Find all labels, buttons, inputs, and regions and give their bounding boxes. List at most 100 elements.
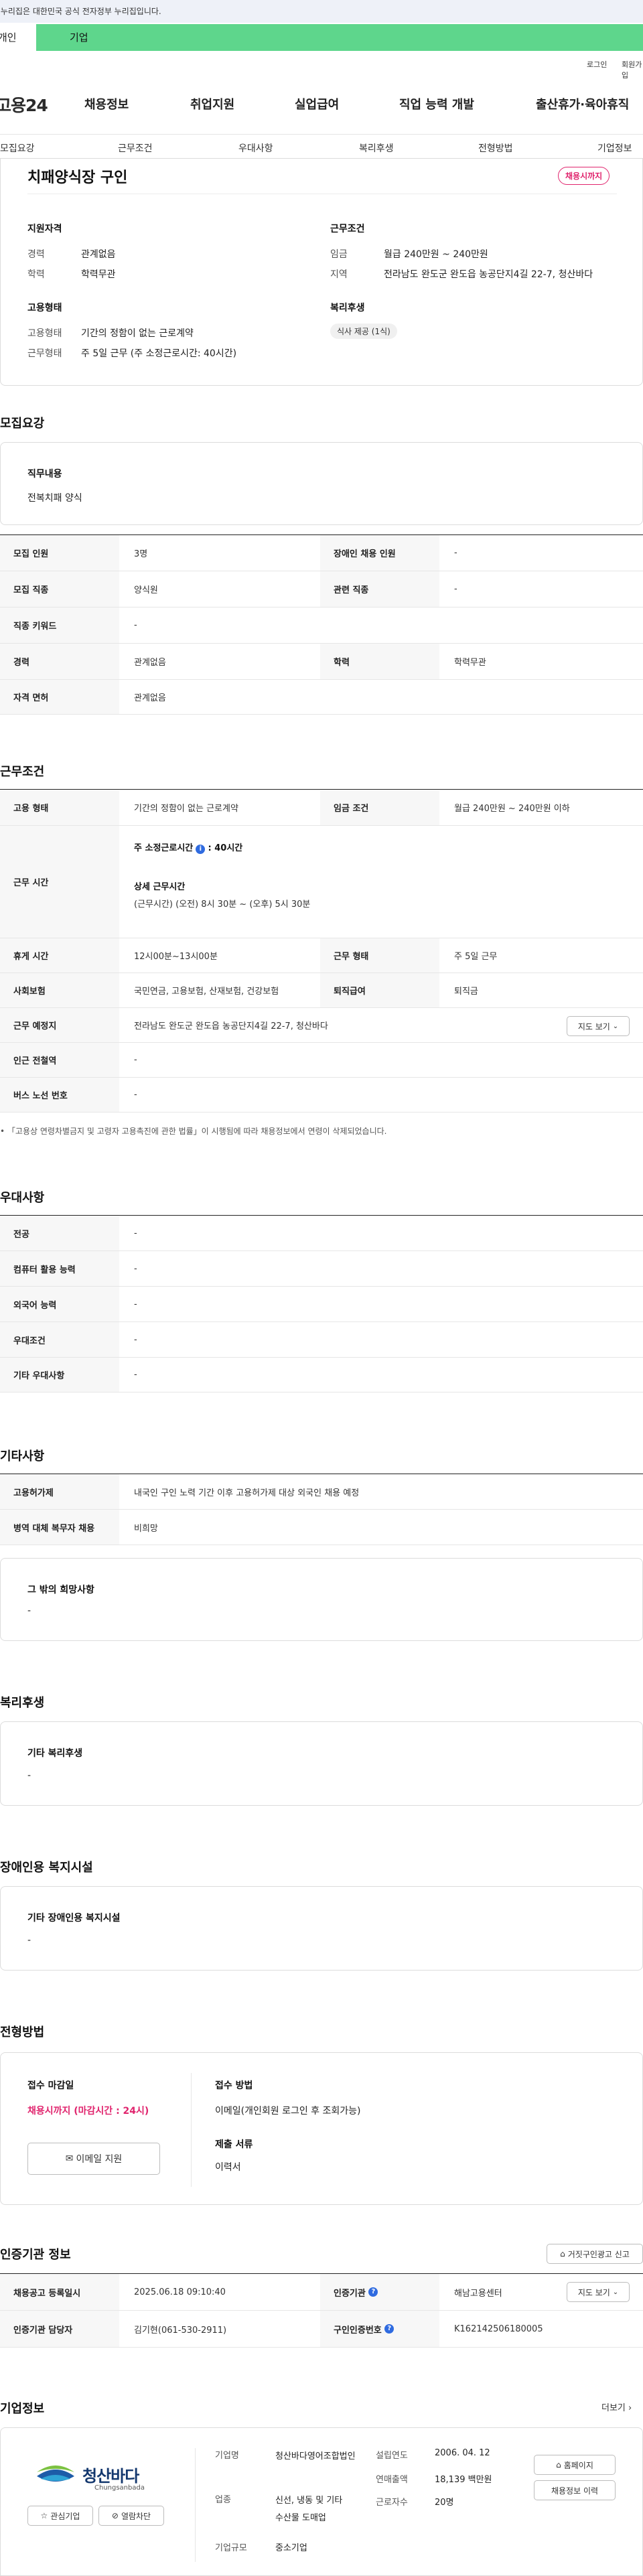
table-cell: 12시00분~13시00분	[134, 952, 218, 962]
report-false-ad-label: 거짓구인광고 신고	[567, 2249, 630, 2259]
company-more-label: 더보기	[601, 2403, 626, 2413]
section-nav-recruit[interactable]: 모집요강	[0, 141, 35, 155]
table-cell: -	[134, 1334, 137, 1345]
table-row: 버스 노선 번호 -	[0, 1078, 643, 1113]
info-icon[interactable]: i	[196, 845, 206, 854]
table-cell: -	[134, 620, 137, 630]
company-size-value: 중소기업	[275, 2543, 307, 2553]
tab-company[interactable]: 기업	[36, 24, 643, 51]
job-summary-card: 치패양식장 구인 채용시까지 지원자격 경력 관계없음 학력 학력무관 고용형태…	[0, 158, 643, 386]
favorite-company-button[interactable]: ☆ 관심기업	[27, 2506, 93, 2526]
disabled-facility-card: 기타 장애인용 복지시설 -	[0, 1886, 643, 1971]
site-logo[interactable]: 고용24	[0, 92, 48, 117]
sales-label: 연매출액	[376, 2475, 408, 2485]
section-nav-welfare[interactable]: 복리후생	[359, 141, 394, 155]
table-cell: 비희망	[134, 1523, 158, 1534]
job-history-button[interactable]: 채용정보 이력	[534, 2480, 616, 2500]
table-cell: -	[134, 1263, 137, 1274]
table-cell: 3명	[134, 549, 148, 559]
block-view-button[interactable]: ⊘ 열람차단	[98, 2506, 164, 2526]
table-header-cell: 버스 노선 번호	[0, 1078, 119, 1112]
home-alert-icon: ⌂	[560, 2249, 565, 2259]
cert-no-label: 구인인증번호 ?	[320, 2311, 439, 2347]
table-cell: 전라남도 완도군 완도읍 농공단지4길 22-7, 청산바다	[134, 1021, 328, 1031]
section-nav-preferences[interactable]: 우대사항	[238, 141, 273, 155]
star-icon: ☆	[40, 2511, 48, 2520]
section-nav-conditions[interactable]: 근무조건	[118, 141, 153, 155]
disabled-facility-value: -	[27, 1935, 31, 1946]
preferences-table: 전공 - 컴퓨터 활용 능력 - 외국어 능력 - 우대조건 - 기타 우대사항…	[0, 1215, 643, 1392]
table-header-cell: 모집 직종	[0, 571, 119, 607]
table-header-cell: 채용공고 등록일시	[0, 2274, 119, 2310]
welfare-card-title: 기타 복리후생	[27, 1748, 83, 1759]
homepage-label: 홈페이지	[563, 2460, 593, 2470]
chevron-down-icon: ⌄	[612, 2288, 619, 2296]
selection-card: 접수 마감일 채용시까지 (마감시간 : 24시) ✉ 이메일 지원 접수 방법…	[0, 2052, 643, 2205]
table-row: 외국어 능력 -	[0, 1287, 643, 1322]
employment-title: 고용형태	[27, 303, 62, 313]
map-view-button[interactable]: 지도 보기 ⌄	[567, 1016, 630, 1036]
home-icon: ⌂	[556, 2460, 561, 2470]
report-false-ad-button[interactable]: ⌂ 거짓구인광고 신고	[547, 2244, 643, 2264]
table-header-cell: 근무 예정지	[0, 1008, 119, 1042]
table-row: 근무 예정지 전라남도 완도군 완도읍 농공단지4길 22-7, 청산바다 지도…	[0, 1008, 643, 1043]
table-row: 병역 대체 복무자 채용 비희망	[0, 1510, 643, 1545]
wish-value: -	[27, 1605, 31, 1616]
work-form-label: 근무형태	[27, 348, 62, 359]
weekly-hours-value: : 40시간	[208, 843, 243, 853]
table-cell: 학력무관	[454, 658, 486, 668]
disabled-facility-title: 기타 장애인용 복지시설	[27, 1913, 121, 1924]
table-header-cell: 관련 직종	[320, 571, 439, 607]
qualification-title: 지원자격	[27, 224, 62, 234]
table-row: 채용공고 등록일시 2025.06.18 09:10:40 인증기관 ? 해남고…	[0, 2274, 643, 2311]
cert-map-button-label: 지도 보기	[577, 2287, 610, 2297]
job-title: 치패양식장 구인	[27, 169, 128, 186]
conditions-table: 고용 형태 기간의 정함이 없는 근로계약 임금 조건 월급 240만원 ~ 2…	[0, 789, 643, 1113]
table-cell: 퇴직금	[454, 987, 478, 997]
company-name-value: 청산바다영어조합법인	[275, 2451, 356, 2461]
wage-value: 월급 240만원 ~ 240만원	[384, 249, 488, 260]
table-row: 인근 전철역 -	[0, 1043, 643, 1078]
signup-link[interactable]: 회원가입	[622, 59, 643, 80]
table-cell: 김기현(061-530-2911)	[134, 2325, 227, 2336]
tab-personal[interactable]: 개인	[0, 24, 36, 51]
table-header-cell: 경력	[0, 644, 119, 679]
section-nav-selection[interactable]: 전형방법	[478, 141, 513, 155]
email-apply-button[interactable]: ✉ 이메일 지원	[27, 2143, 160, 2175]
table-cell: -	[134, 1055, 137, 1065]
homepage-button[interactable]: ⌂ 홈페이지	[534, 2455, 616, 2475]
sales-value: 18,139 백만원	[435, 2475, 492, 2485]
info-icon[interactable]: ?	[368, 2287, 378, 2297]
table-cell: -	[454, 548, 457, 558]
tab-personal-label: 개인	[0, 31, 17, 44]
nav-maternity-leave[interactable]: 출산휴가·육아휴직	[536, 95, 629, 113]
gov-banner: 이 누리집은 대한민국 공식 전자정부 누리집입니다.	[0, 0, 643, 23]
table-cell: 월급 240만원 ~ 240만원 이하	[454, 804, 570, 814]
gov-banner-text: 이 누리집은 대한민국 공식 전자정부 누리집입니다.	[0, 7, 161, 16]
company-logo-mark	[37, 2465, 74, 2482]
login-link[interactable]: 로그인	[587, 59, 607, 70]
table-cell: 기간의 정함이 없는 근로계약	[134, 804, 238, 814]
company-more-link[interactable]: 더보기 ›	[601, 2401, 632, 2413]
nav-vocational-training[interactable]: 직업 능력 개발	[399, 95, 474, 113]
region-label: 지역	[330, 269, 348, 280]
job-history-label: 채용정보 이력	[551, 2486, 599, 2496]
weekly-hours-label: 주 소정근로시간	[134, 843, 194, 853]
table-cell: 양식원	[134, 585, 158, 595]
company-heading: 기업정보	[0, 2402, 45, 2416]
info-icon[interactable]: ?	[384, 2324, 395, 2334]
cert-map-button[interactable]: 지도 보기 ⌄	[567, 2282, 630, 2302]
nav-employment-support[interactable]: 취업지원	[190, 95, 234, 113]
nav-unemployment-benefit[interactable]: 실업급여	[295, 95, 339, 113]
etc-heading: 기타사항	[0, 1449, 45, 1463]
industry-value: 신선, 냉동 및 기타 수산물 도매업	[275, 2496, 343, 2523]
nav-jobs[interactable]: 채용정보	[84, 95, 129, 113]
weekly-hours: 주 소정근로시간 i : 40시간	[134, 841, 242, 854]
preferences-heading: 우대사항	[0, 1191, 45, 1205]
recruit-heading: 모집요강	[0, 417, 45, 431]
section-nav-company[interactable]: 기업정보	[597, 141, 632, 155]
wish-title: 그 밖의 희망사항	[27, 1585, 94, 1595]
method-value: 이메일(개인회원 로그인 후 조회가능)	[215, 2106, 361, 2117]
cert-heading: 인증기관 정보	[0, 2248, 71, 2262]
divider	[191, 2073, 192, 2187]
